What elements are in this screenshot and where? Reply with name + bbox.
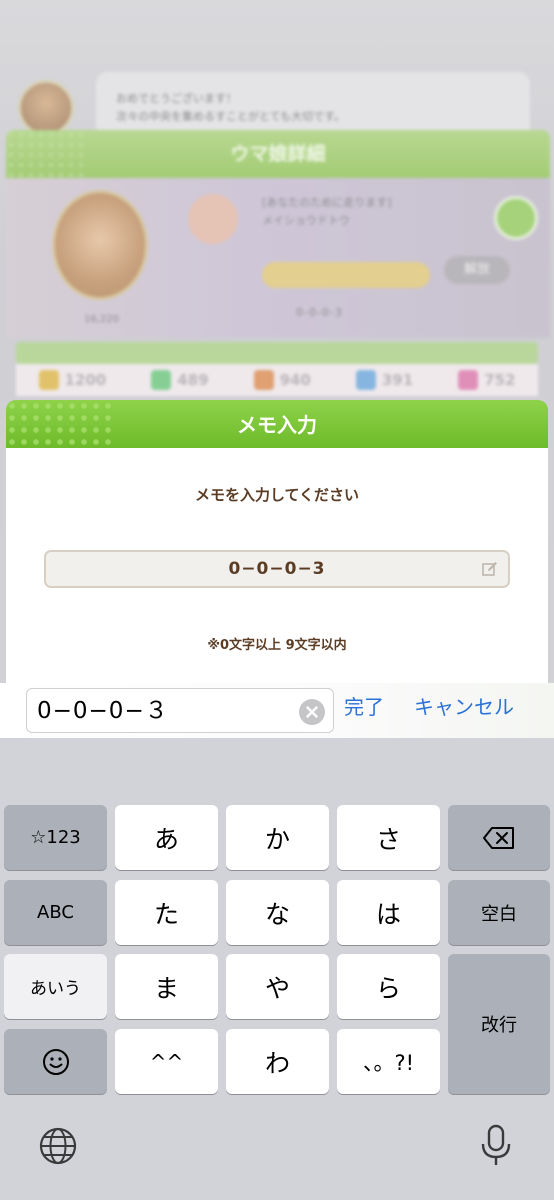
memo-field-value: 0−0−0−3 (228, 559, 326, 579)
key-kana-mode[interactable]: あいう (4, 954, 107, 1019)
key-ma[interactable]: ま (115, 954, 218, 1019)
input-accessory-bar: 0−0−0−３ 完了 キャンセル (0, 683, 554, 738)
stat-speed: 1200 (38, 370, 106, 390)
key-na[interactable]: な (226, 880, 329, 945)
memo-prompt: メモを入力してください (194, 486, 360, 504)
key-punctuation[interactable]: 、。?! (337, 1029, 440, 1094)
gold-button (262, 262, 430, 288)
stamina-icon (151, 370, 172, 390)
clear-icon[interactable] (299, 699, 325, 725)
key-return[interactable]: 改行 (448, 954, 550, 1094)
memo-dialog-body: メモを入力してください 0−0−0−3 ※0文字以上 9文字以内 (6, 448, 548, 683)
stat-guts: 391 (355, 370, 413, 390)
stat-wisdom: 752 (458, 370, 516, 390)
key-ya[interactable]: や (226, 954, 329, 1019)
key-ka[interactable]: か (226, 805, 329, 870)
key-emoji[interactable] (4, 1029, 107, 1094)
key-ha[interactable]: は (337, 880, 440, 945)
key-ra[interactable]: ら (337, 954, 440, 1019)
guts-icon (355, 370, 376, 390)
key-sa[interactable]: さ (337, 805, 440, 870)
key-space[interactable]: 空白 (448, 880, 550, 945)
memo-limit-note: ※0文字以上 9文字以内 (207, 638, 347, 653)
pencil-icon (482, 562, 497, 576)
memo-input-field[interactable]: 0−0−0−3 (44, 550, 510, 588)
character-score: 16,220 (84, 314, 119, 325)
trainer-avatar (18, 80, 74, 136)
stat-values-bar: 1200 489 940 391 752 (16, 364, 538, 396)
memo-dialog-title: メモ入力 (237, 413, 317, 437)
text-input-value: 0−0−0−３ (37, 698, 169, 724)
character-portrait (52, 190, 148, 300)
key-kaomoji[interactable]: ^^ (115, 1029, 218, 1094)
rank-badge (188, 194, 238, 244)
chat-line-2: 次々の中央を集めるすことがとても大切です。 (116, 110, 346, 123)
stat-power: 940 (253, 370, 311, 390)
release-button: 解放 (444, 256, 510, 284)
share-button (494, 196, 538, 240)
speed-icon (38, 370, 59, 390)
backspace-icon (483, 826, 514, 849)
memo-dialog-header: メモ入力 (6, 400, 548, 448)
key-abc-mode[interactable]: ABC (4, 880, 107, 945)
stat-stamina: 489 (151, 370, 209, 390)
chat-bubble: おめでとうございます！ 次々の中央を集めるすことがとても大切です。 (96, 72, 530, 138)
text-input[interactable]: 0−0−0−３ (26, 688, 334, 733)
character-name-text: メイショウドトウ (262, 214, 350, 227)
character-title: [あなたのために走ります] (262, 196, 392, 209)
done-button[interactable]: 完了 (344, 693, 384, 721)
chat-line-1: おめでとうございます！ (116, 92, 237, 105)
globe-icon[interactable] (38, 1126, 78, 1166)
detail-title: ウマ娘詳細 (230, 143, 326, 165)
emoji-icon (42, 1048, 69, 1075)
stat-labels-bar (16, 342, 538, 364)
microphone-icon[interactable] (478, 1124, 514, 1168)
key-number-mode[interactable]: ☆123 (4, 805, 107, 870)
detail-header: ウマ娘詳細 (6, 130, 550, 178)
key-delete[interactable] (448, 805, 550, 870)
cancel-button[interactable]: キャンセル (414, 693, 514, 721)
wisdom-icon (458, 370, 479, 390)
key-ta[interactable]: た (115, 880, 218, 945)
key-a[interactable]: あ (115, 805, 218, 870)
character-name: [あなたのために走ります] メイショウドトウ (262, 194, 442, 234)
memo-preview: 0-0-0-3 (296, 306, 343, 319)
key-wa[interactable]: わ (226, 1029, 329, 1094)
power-icon (253, 370, 274, 390)
